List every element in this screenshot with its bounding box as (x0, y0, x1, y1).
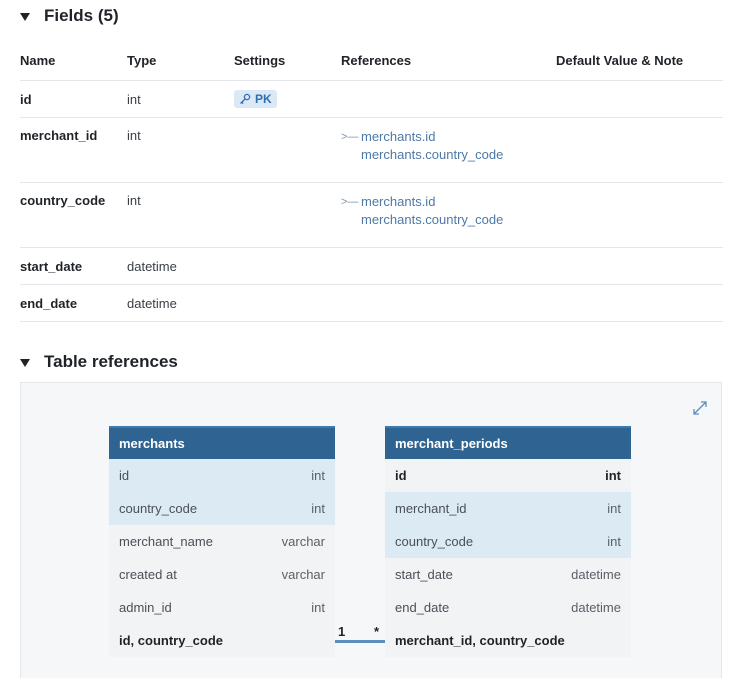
diagram-field-row: country_code int (385, 525, 631, 558)
table-row: start_date datetime (20, 247, 723, 285)
reference-arrow-icon: >— (341, 131, 359, 143)
table-row: end_date datetime (20, 284, 723, 322)
diagram-field-type: datetime (571, 567, 621, 582)
table-row: country_code int >— merchants.id merchan… (20, 182, 723, 248)
diagram-field-type: int (607, 534, 621, 549)
diagram-field-type: int (311, 501, 325, 516)
field-name: id (20, 80, 127, 118)
field-default-note (556, 182, 723, 248)
diagram-field-name: end_date (395, 600, 450, 615)
table-row: id int PK (20, 80, 723, 118)
diagram-field-row: merchant_id int (385, 492, 631, 525)
field-settings (234, 284, 341, 322)
diagram-field-name: country_code (395, 534, 474, 549)
diagram-field-row: start_date datetime (385, 558, 631, 591)
field-references (341, 284, 556, 322)
relationship-line[interactable] (335, 640, 385, 643)
diagram-table-header: merchants (109, 426, 335, 459)
field-type: int (127, 117, 234, 183)
references-diagram[interactable]: merchants id int country_code int mercha… (20, 382, 722, 678)
field-default-note (556, 247, 723, 285)
reference-link[interactable]: merchants.country_code (341, 211, 556, 229)
field-type: int (127, 182, 234, 248)
table-row: merchant_id int >— merchants.id merchant… (20, 117, 723, 183)
reference-target: merchants.country_code (361, 212, 504, 227)
column-header-name: Name (20, 40, 127, 81)
diagram-field-name: id (119, 468, 130, 483)
diagram-field-row: created at varchar (109, 558, 335, 591)
diagram-field-name: country_code (119, 501, 198, 516)
diagram-table-header: merchant_periods (385, 426, 631, 459)
reference-link[interactable]: merchants.country_code (341, 146, 556, 164)
diagram-field-type: varchar (281, 534, 325, 549)
diagram-composite-key-row: id, country_code (109, 624, 335, 657)
field-name: country_code (20, 182, 127, 248)
cardinality-one-label: 1 (338, 624, 346, 639)
field-default-note (556, 117, 723, 183)
diagram-table-merchants[interactable]: merchants id int country_code int mercha… (109, 426, 335, 657)
diagram-field-name: admin_id (119, 600, 172, 615)
diagram-field-type: varchar (281, 567, 325, 582)
diagram-field-row: id int (385, 459, 631, 492)
field-settings (234, 247, 341, 285)
field-settings: PK (234, 80, 341, 118)
triangle-down-icon (20, 358, 30, 367)
key-icon (240, 93, 251, 105)
diagram-field-row: admin_id int (109, 591, 335, 624)
diagram-field-type: int (607, 501, 621, 516)
diagram-field-name: merchant_id, country_code (395, 633, 565, 648)
field-references (341, 80, 556, 118)
diagram-field-name: created at (119, 567, 177, 582)
field-type: datetime (127, 284, 234, 322)
triangle-down-icon (20, 12, 30, 21)
diagram-field-row: merchant_name varchar (109, 525, 335, 558)
field-default-note (556, 284, 723, 322)
diagram-field-type: datetime (571, 600, 621, 615)
reference-target: merchants.country_code (361, 147, 504, 162)
diagram-field-row: id int (109, 459, 335, 492)
diagram-composite-key-row: merchant_id, country_code (385, 624, 631, 657)
diagram-field-name: merchant_id (395, 501, 467, 516)
fields-table: Name Type Settings References Default Va… (20, 40, 723, 322)
expand-icon[interactable] (691, 399, 709, 417)
pk-label: PK (255, 92, 272, 106)
column-header-default-note: Default Value & Note (556, 40, 723, 81)
field-type: int (127, 80, 234, 118)
field-settings (234, 182, 341, 248)
diagram-field-row: end_date datetime (385, 591, 631, 624)
diagram-field-name: id (395, 468, 407, 483)
field-settings (234, 117, 341, 183)
reference-link[interactable]: >— merchants.id (341, 193, 556, 211)
column-header-settings: Settings (234, 40, 341, 81)
diagram-field-name: merchant_name (119, 534, 213, 549)
pk-badge: PK (234, 90, 277, 108)
fields-section-toggle[interactable]: Fields (5) (20, 6, 119, 26)
diagram-field-type: int (311, 468, 325, 483)
references-section-toggle[interactable]: Table references (20, 352, 178, 372)
diagram-field-name: start_date (395, 567, 453, 582)
fields-section-title: Fields (5) (44, 6, 119, 25)
diagram-field-type: int (311, 600, 325, 615)
reference-target: merchants.id (361, 129, 436, 144)
reference-arrow-icon: >— (341, 196, 359, 208)
field-name: start_date (20, 247, 127, 285)
diagram-field-name: id, country_code (119, 633, 224, 648)
field-default-note (556, 80, 723, 118)
diagram-field-type: int (605, 468, 621, 483)
column-header-type: Type (127, 40, 234, 81)
field-name: merchant_id (20, 117, 127, 183)
field-references: >— merchants.id merchants.country_code (341, 117, 556, 183)
diagram-table-merchant-periods[interactable]: merchant_periods id int merchant_id int … (385, 426, 631, 657)
field-references (341, 247, 556, 285)
column-header-references: References (341, 40, 556, 81)
reference-target: merchants.id (361, 194, 436, 209)
diagram-field-row: country_code int (109, 492, 335, 525)
references-section-title: Table references (44, 352, 178, 371)
field-references: >— merchants.id merchants.country_code (341, 182, 556, 248)
field-type: datetime (127, 247, 234, 285)
cardinality-many-label: * (374, 624, 380, 639)
reference-link[interactable]: >— merchants.id (341, 128, 556, 146)
field-name: end_date (20, 284, 127, 322)
